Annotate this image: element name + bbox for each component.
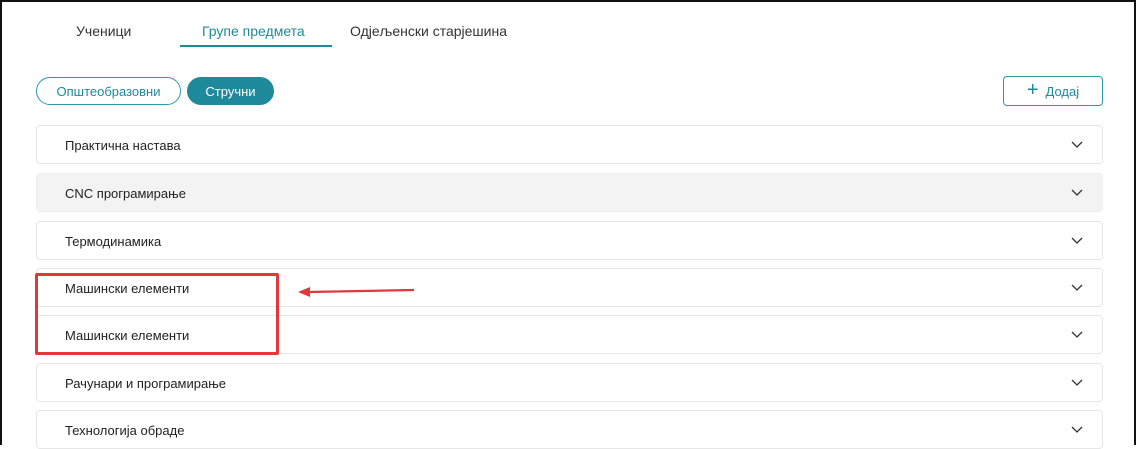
chevron-down-icon <box>1071 379 1083 386</box>
chevron-down-icon <box>1071 284 1083 291</box>
chevron-down-icon <box>1071 331 1083 338</box>
tab-students[interactable]: Ученици <box>76 23 131 39</box>
tab-class-teacher[interactable]: Одјељенски старјешина <box>350 23 507 39</box>
subject-row[interactable]: Машински елементи <box>36 268 1103 307</box>
plus-icon: + <box>1026 79 1039 101</box>
chevron-down-icon <box>1071 426 1083 433</box>
filter-general-subjects[interactable]: Општеобразовни <box>36 77 181 105</box>
subject-label: Технологија обраде <box>65 423 185 438</box>
subject-label: CNC програмирање <box>65 186 186 201</box>
chevron-down-icon <box>1071 237 1083 244</box>
subject-row[interactable]: Практична настава <box>36 125 1103 164</box>
add-button-label: Додај <box>1045 83 1080 99</box>
tab-subject-groups[interactable]: Групе предмета <box>202 23 305 39</box>
chevron-down-icon <box>1071 141 1083 148</box>
subject-label: Рачунари и програмирање <box>65 376 226 391</box>
subject-row[interactable]: Рачунари и програмирање <box>36 363 1103 402</box>
subject-row[interactable]: Технологија обраде <box>36 410 1103 449</box>
add-button[interactable]: + Додај <box>1003 76 1103 106</box>
active-tab-indicator <box>180 45 332 47</box>
subject-row[interactable]: Машински елементи <box>36 315 1103 354</box>
subject-label: Машински елементи <box>65 281 190 296</box>
subject-row[interactable]: CNC програмирање <box>36 173 1103 212</box>
subject-label: Практична настава <box>65 138 181 153</box>
chevron-down-icon <box>1071 189 1083 196</box>
subject-label: Машински елементи <box>65 328 190 343</box>
subject-label: Термодинамика <box>65 234 162 249</box>
subject-row[interactable]: Термодинамика <box>36 221 1103 260</box>
filter-vocational-subjects[interactable]: Стручни <box>187 77 274 105</box>
